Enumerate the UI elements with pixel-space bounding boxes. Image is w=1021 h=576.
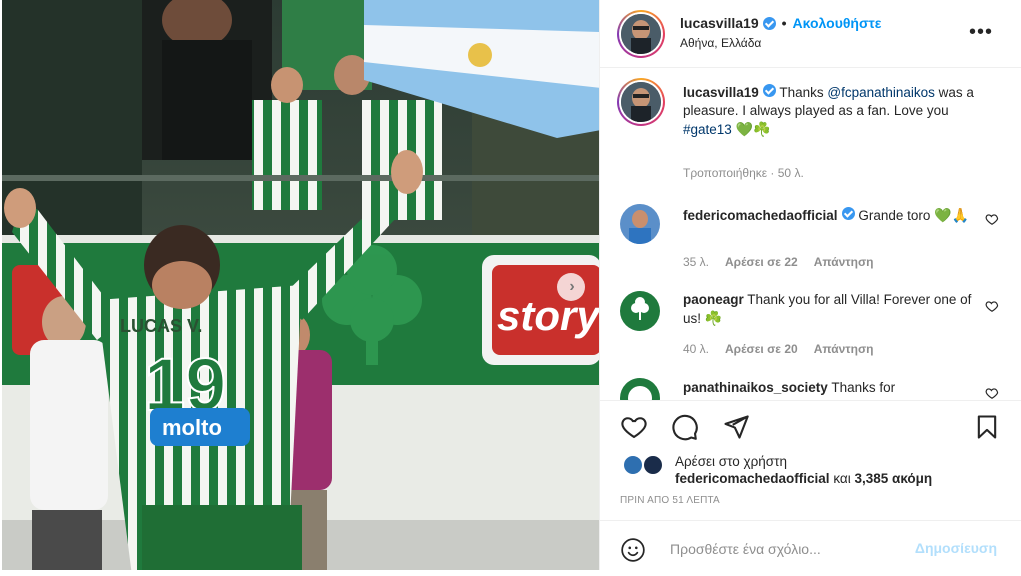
comment-text: Thanks for [831,380,896,395]
caption-mention[interactable]: @fcpanathinaikos [827,85,935,100]
comment-username[interactable]: federicomachedaofficial [683,208,838,223]
add-comment-bar: Δημοσίευση [600,520,1021,576]
chevron-right-icon: › [569,278,575,295]
comment-emojis: 💚🙏 [934,207,970,223]
likes-others-count[interactable]: 3,385 ακόμη [854,471,932,486]
post-location[interactable]: Αθήνα, Ελλάδα [680,36,761,50]
like-comment-heart-icon[interactable] [985,212,999,226]
verified-badge-icon [762,84,776,97]
caption-avatar[interactable] [617,78,665,126]
liker-avatar [642,454,664,476]
post-detail-panel: lucasvilla19 • Ακολουθήστε Αθήνα, Ελλάδα… [599,0,1021,576]
next-photo-button[interactable]: › [557,273,585,301]
banner-text: story [497,292,599,339]
comment-likes[interactable]: Αρέσει σε 20 [725,342,798,356]
likes-first-user[interactable]: federicomachedaofficial [675,471,830,486]
likes-prefix: Αρέσει στο χρήστη [675,454,787,469]
like-comment-heart-icon[interactable] [985,386,999,400]
comment-text: Grande toro [858,208,931,223]
comment-likes[interactable]: Αρέσει σε 22 [725,255,798,269]
header-separator: • [781,15,787,31]
caption-hashtag[interactable]: #gate13 [683,122,732,137]
caption-username[interactable]: lucasvilla19 [683,85,759,100]
post-comment-button[interactable]: Δημοσίευση [915,540,997,556]
liker-avatar [622,454,644,476]
comment-bubble-icon[interactable] [671,413,699,441]
follow-button[interactable]: Ακολουθήστε [793,15,882,31]
comment-meta: 35 λ. Αρέσει σε 22 Απάντηση [683,255,873,269]
likes-summary: federicomachedaofficial και 3,385 ακόμη [675,471,932,486]
post-timestamp[interactable]: ΠΡΙΝ ΑΠΟ 51 ΛΕΠΤΑ [620,495,720,506]
photo-illustration: story LUCAS V. 19 molto [2,0,599,576]
more-options-icon[interactable]: ••• [969,22,993,42]
comment-time: 35 λ. [683,255,710,269]
verified-badge-icon [841,207,855,220]
caption-text-start: Thanks [779,85,824,100]
comment-input[interactable] [670,538,900,560]
liker-avatars[interactable] [622,454,668,476]
comment-avatar[interactable] [620,378,660,400]
post-header: lucasvilla19 • Ακολουθήστε Αθήνα, Ελλάδα… [600,0,1021,68]
comment-time: 40 λ. [683,342,710,356]
jersey-name: LUCAS V. [120,316,202,336]
save-bookmark-icon[interactable] [973,413,1001,441]
author-avatar[interactable] [617,10,665,58]
comment-username[interactable]: panathinaikos_society [683,380,828,395]
post-caption: lucasvilla19 Thanks @fcpanathinaikos was… [683,84,983,139]
post-photo[interactable]: story LUCAS V. 19 molto › [0,0,599,576]
jersey-sponsor: molto [162,415,222,440]
caption-meta: Τροποποιήθηκε · 50 λ. [683,166,804,180]
reply-button[interactable]: Απάντηση [814,342,874,356]
verified-badge-icon [762,16,776,30]
comments-list[interactable]: lucasvilla19 Thanks @fcpanathinaikos was… [600,68,1021,400]
comment-emojis: ☘️ [704,310,723,326]
comment-username[interactable]: paoneagr [683,292,744,307]
post-actions [600,400,1021,450]
caption-emojis: 💚☘️ [735,121,771,137]
like-heart-icon[interactable] [620,413,648,441]
emoji-smiley-icon[interactable] [620,537,646,563]
comment-avatar[interactable] [620,204,660,244]
avatar-image [621,14,661,54]
likes-connector: και [833,471,851,486]
share-send-icon[interactable] [722,413,750,441]
comment-avatar[interactable] [620,291,660,331]
reply-button[interactable]: Απάντηση [814,255,874,269]
author-username[interactable]: lucasvilla19 [680,15,759,31]
comment-meta: 40 λ. Αρέσει σε 20 Απάντηση [683,342,873,356]
frame-bottom-edge [0,570,1021,576]
like-comment-heart-icon[interactable] [985,299,999,313]
